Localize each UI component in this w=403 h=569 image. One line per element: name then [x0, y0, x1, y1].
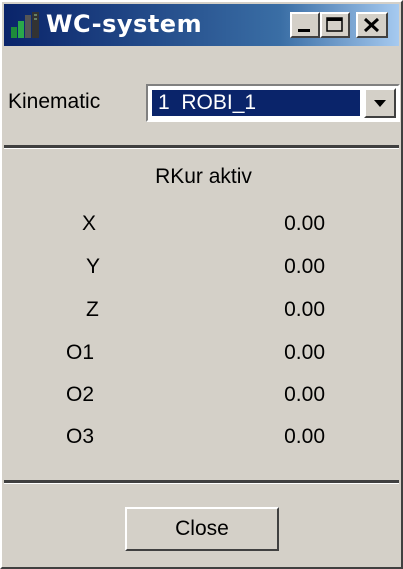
- close-window-button[interactable]: [356, 12, 388, 38]
- chevron-down-icon: [374, 100, 386, 107]
- minimize-button[interactable]: [290, 12, 320, 38]
- close-icon: [363, 17, 380, 33]
- divider: [4, 145, 399, 149]
- coord-value-z: 0.00: [284, 298, 325, 321]
- coord-label-z: Z: [86, 298, 99, 321]
- coord-label-o3: O3: [66, 425, 95, 448]
- coord-label-y: Y: [86, 255, 101, 278]
- dropdown-button[interactable]: [364, 88, 396, 118]
- kinematic-selected-text: 1 ROBI_1: [158, 91, 257, 114]
- divider: [4, 480, 399, 484]
- title-bar[interactable]: WC-system: [4, 4, 399, 46]
- coord-label-o2: O2: [66, 383, 95, 406]
- kinematic-label: Kinematic: [8, 90, 101, 113]
- close-button[interactable]: Close: [125, 507, 279, 551]
- window-title: WC-system: [46, 10, 203, 38]
- coord-value-x: 0.00: [284, 212, 325, 235]
- maximize-icon: [326, 17, 343, 32]
- wc-system-window: WC-system Kinematic 1 ROBI_1 RKur aktiv …: [0, 0, 403, 569]
- minimize-icon: [298, 29, 310, 32]
- coord-value-o2: 0.00: [284, 383, 325, 406]
- coord-value-o3: 0.00: [284, 425, 325, 448]
- kinematic-selected-value: 1 ROBI_1: [152, 90, 360, 116]
- coord-value-o1: 0.00: [284, 341, 325, 364]
- app-icon: [10, 11, 40, 39]
- coord-label-x: X: [82, 212, 97, 235]
- maximize-button[interactable]: [320, 12, 350, 38]
- coords-heading: RKur aktiv: [155, 165, 252, 188]
- kinematic-select[interactable]: 1 ROBI_1: [146, 84, 400, 122]
- coord-value-y: 0.00: [284, 255, 325, 278]
- coord-label-o1: O1: [66, 341, 95, 364]
